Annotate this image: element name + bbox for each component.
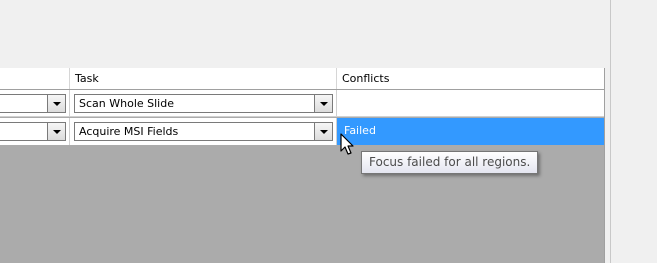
chevron-down-icon[interactable] <box>47 122 66 141</box>
conflicts-cell-selected[interactable]: Failed <box>337 118 604 145</box>
task-cell[interactable]: Acquire MSI Fields <box>70 118 337 145</box>
grid-header: Task Conflicts <box>0 68 604 90</box>
column-header-conflicts[interactable]: Conflicts <box>337 68 604 89</box>
table-row[interactable]: Acquire MSI Fields Failed <box>0 118 604 145</box>
column-header-task[interactable]: Task <box>70 68 337 89</box>
row-first-cell[interactable] <box>0 118 70 145</box>
arrow-cursor-icon <box>340 133 354 155</box>
row-first-cell[interactable] <box>0 90 70 116</box>
column-header-first[interactable] <box>0 68 70 89</box>
first-column-combo[interactable] <box>0 122 48 141</box>
first-column-combo[interactable] <box>0 94 48 113</box>
table-row[interactable]: Scan Whole Slide <box>0 90 604 117</box>
task-combo[interactable]: Acquire MSI Fields <box>74 122 317 141</box>
right-panel <box>610 0 657 263</box>
task-combo[interactable]: Scan Whole Slide <box>74 94 317 113</box>
conflicts-cell[interactable] <box>337 90 604 116</box>
task-cell[interactable]: Scan Whole Slide <box>70 90 337 116</box>
chevron-down-icon[interactable] <box>47 94 66 113</box>
top-pane <box>0 0 610 68</box>
conflict-tooltip: Focus failed for all regions. <box>361 151 539 174</box>
chevron-down-icon[interactable] <box>314 122 333 141</box>
chevron-down-icon[interactable] <box>314 94 333 113</box>
